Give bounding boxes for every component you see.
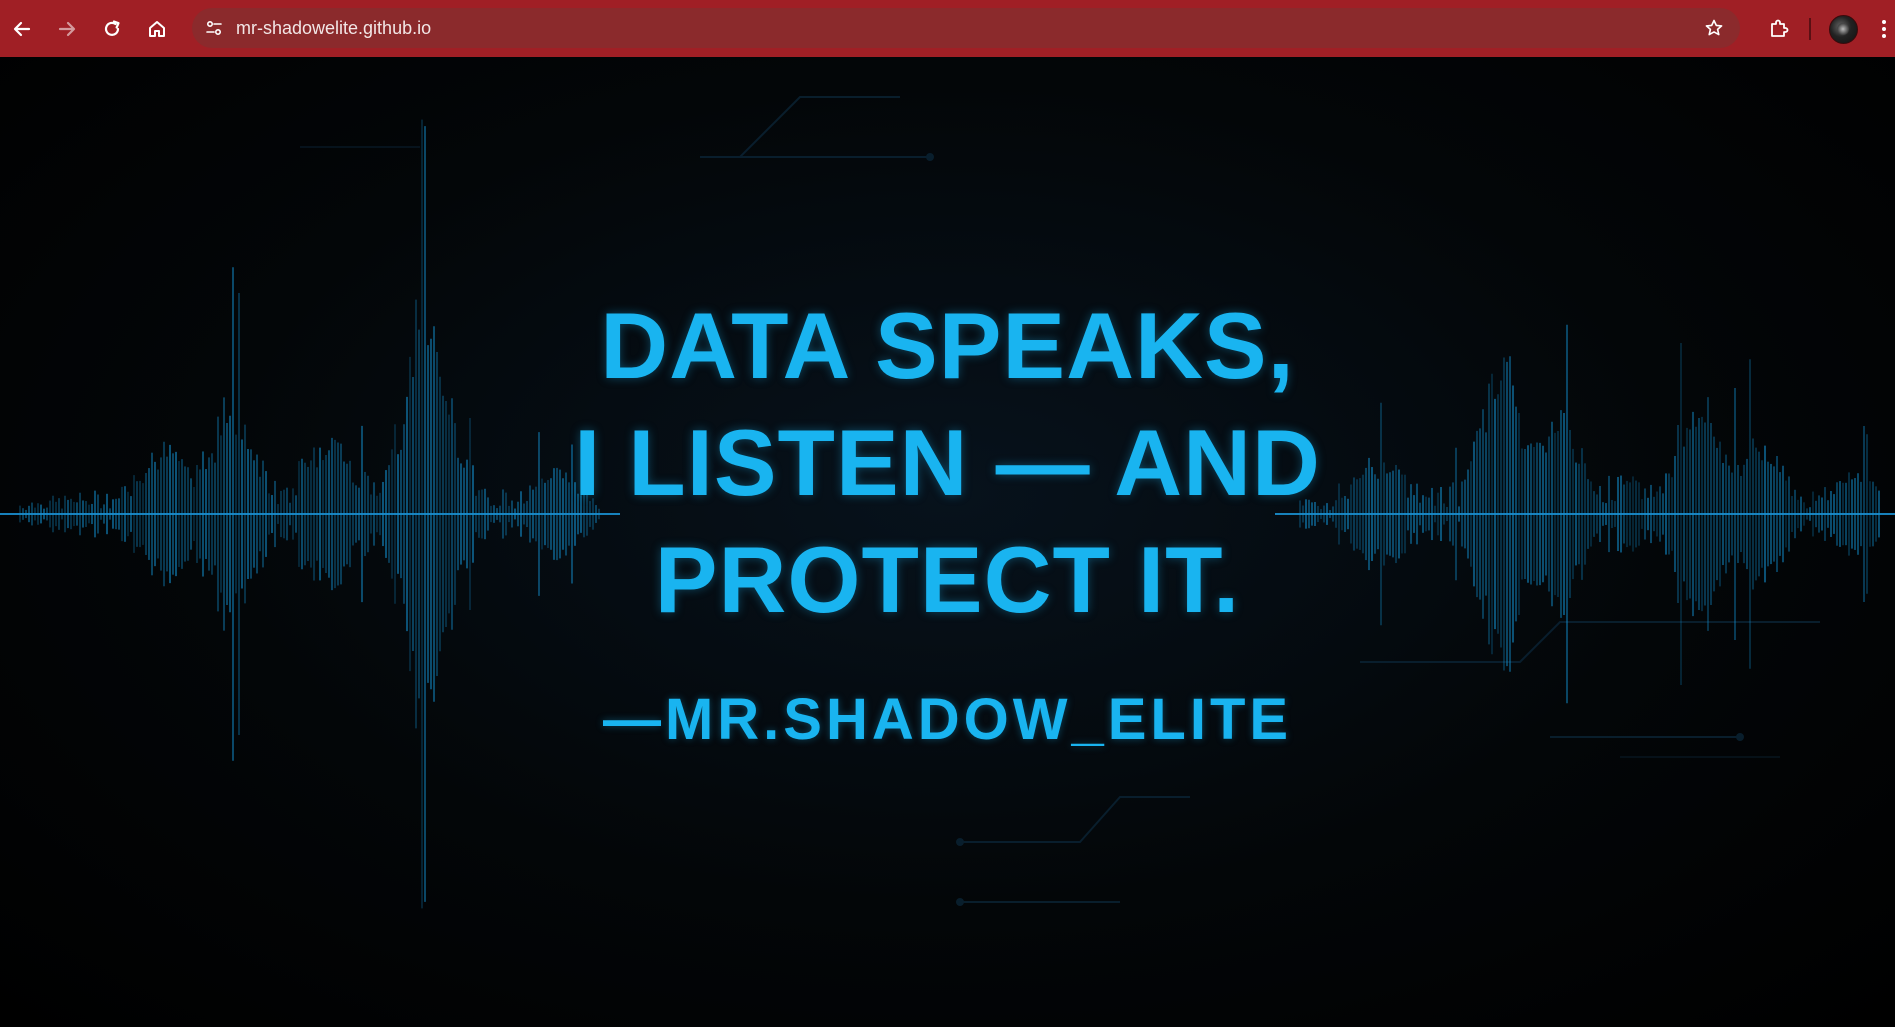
kebab-menu-icon xyxy=(1882,20,1886,38)
tune-icon xyxy=(206,20,222,36)
arrow-right-icon xyxy=(58,21,76,37)
quote-attribution: —MR.SHADOW_ELITE xyxy=(602,687,1293,752)
toolbar-divider xyxy=(1809,18,1811,40)
browser-menu-button[interactable] xyxy=(1874,12,1894,46)
star-icon xyxy=(1705,19,1723,36)
home-button[interactable] xyxy=(140,12,174,46)
arrow-left-icon xyxy=(13,21,31,37)
reload-icon xyxy=(104,20,120,36)
quote-line-1: DATA SPEAKS, xyxy=(600,293,1295,398)
page-content: DATA SPEAKS, I LISTEN — AND PROTECT IT. … xyxy=(0,57,1895,1027)
browser-toolbar: mr-shadowelite.github.io xyxy=(0,0,1895,57)
forward-button[interactable] xyxy=(50,12,84,46)
quote-line-3: PROTECT IT. xyxy=(654,527,1241,632)
quote: DATA SPEAKS, I LISTEN — AND PROTECT IT. xyxy=(0,287,1895,638)
url-text[interactable]: mr-shadowelite.github.io xyxy=(236,18,431,38)
site-info-button[interactable] xyxy=(202,16,226,40)
quote-line-2: I LISTEN — AND xyxy=(574,410,1321,515)
back-button[interactable] xyxy=(5,12,39,46)
extensions-button[interactable] xyxy=(1762,12,1796,46)
avatar[interactable] xyxy=(1829,15,1858,44)
reload-button[interactable] xyxy=(95,12,129,46)
puzzle-icon xyxy=(1771,19,1789,37)
bookmark-button[interactable] xyxy=(1702,16,1726,40)
address-bar[interactable]: mr-shadowelite.github.io xyxy=(192,8,1740,48)
home-icon xyxy=(149,21,165,37)
